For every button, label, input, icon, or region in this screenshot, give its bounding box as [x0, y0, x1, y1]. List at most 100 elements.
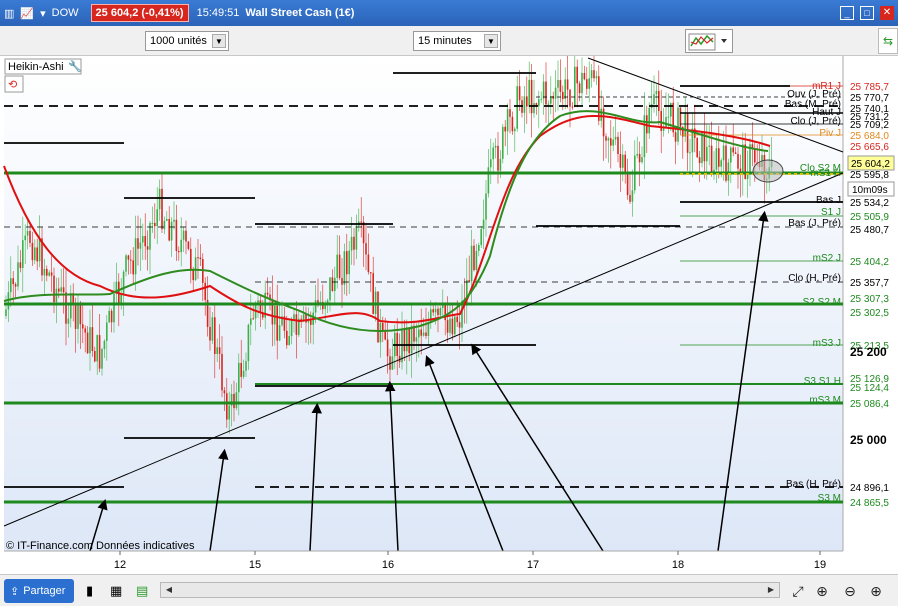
- fit-icon[interactable]: ⤢: [788, 581, 808, 601]
- scroll-left-icon[interactable]: ◀: [162, 584, 176, 596]
- refresh-icon: ⟲: [8, 79, 17, 91]
- time-tick-label: 19: [814, 559, 826, 571]
- candle-body: [610, 138, 612, 146]
- chevron-down-icon[interactable]: ▼: [212, 34, 226, 48]
- price-change-badge: 25 604,2 (-0,41%): [90, 4, 189, 22]
- candle-body: [564, 79, 566, 100]
- candle-body: [494, 145, 497, 148]
- chart-type-button[interactable]: [685, 29, 733, 53]
- candle-body: [598, 76, 600, 121]
- candle-body: [408, 327, 410, 354]
- candle-body: [242, 370, 245, 377]
- scroll-right-icon[interactable]: ▶: [764, 584, 778, 596]
- candle-body: [134, 238, 137, 275]
- title-bar: ▥ 📈 ▾ DOW 25 604,2 (-0,41%) 15:49:51 Wal…: [0, 0, 898, 26]
- zoom-out-icon[interactable]: ⊖: [840, 581, 860, 601]
- candle-body: [583, 72, 586, 80]
- grid-icon[interactable]: ▦: [110, 583, 122, 599]
- candle-body: [288, 336, 290, 346]
- candle-body: [377, 291, 379, 343]
- minimize-icon[interactable]: _: [840, 6, 854, 20]
- candle-body: [286, 330, 288, 346]
- candle-body: [518, 86, 521, 101]
- candle-body: [84, 328, 86, 333]
- close-icon[interactable]: ✕: [880, 6, 894, 20]
- candle-body: [79, 303, 82, 325]
- candle-body: [641, 157, 643, 163]
- candle-body: [458, 322, 461, 328]
- maximize-icon[interactable]: □: [860, 6, 874, 20]
- candle-body: [223, 390, 226, 394]
- candle-body: [235, 392, 238, 409]
- candle-body: [454, 316, 456, 335]
- level-label: mS1 H: [810, 168, 841, 179]
- candle-body: [175, 219, 178, 252]
- candle-body: [46, 268, 48, 276]
- level-label: S1 J: [821, 207, 841, 218]
- candle-body: [58, 288, 60, 292]
- candle-body: [420, 329, 422, 336]
- candle-body: [638, 153, 641, 163]
- time-tick-label: 15: [249, 559, 261, 571]
- candle-body: [545, 81, 547, 105]
- units-select[interactable]: 1000 unités ▼: [145, 31, 229, 51]
- candle-body: [65, 292, 67, 324]
- chevron-down-icon[interactable]: ▾: [40, 7, 46, 20]
- candle-body: [382, 322, 384, 331]
- candle-body: [586, 79, 588, 89]
- chart-icon: [688, 33, 727, 51]
- interval-select[interactable]: 15 minutes ▼: [413, 31, 501, 51]
- price-labels-group: 25 785,725 770,725 740,125 731,225 709,2…: [850, 82, 889, 509]
- candle-body: [485, 193, 487, 220]
- candle-body: [62, 287, 65, 293]
- candle-body: [96, 335, 98, 362]
- candle-body: [274, 305, 276, 325]
- candle-body: [252, 318, 254, 320]
- candle-body: [341, 278, 343, 285]
- candle-body: [86, 332, 89, 354]
- chart-icon[interactable]: 📈: [20, 7, 34, 20]
- candle-body: [499, 158, 502, 171]
- candle-body: [418, 329, 420, 338]
- current-price: 25 604,2: [851, 159, 890, 170]
- candle-body: [386, 339, 389, 357]
- candle-body: [718, 148, 720, 167]
- candle-body: [406, 327, 408, 352]
- symbol-label[interactable]: DOW: [52, 7, 79, 19]
- side-panel-icon[interactable]: ⇆: [878, 28, 898, 54]
- chevron-down-icon[interactable]: ▼: [484, 34, 498, 48]
- candle-body: [182, 230, 185, 240]
- horizontal-scrollbar[interactable]: ◀ ▶: [160, 582, 780, 598]
- candle-body: [24, 235, 26, 241]
- table-icon[interactable]: ▤: [136, 583, 148, 599]
- candle-type-icon[interactable]: ▮: [86, 583, 93, 599]
- candle-body: [266, 292, 269, 295]
- candle-body: [98, 335, 101, 369]
- candle-body: [156, 209, 158, 227]
- level-label: Piv J: [819, 128, 841, 139]
- candle-body: [154, 222, 156, 227]
- candle-body: [490, 159, 492, 168]
- highlight-circle: [752, 159, 784, 183]
- candle-body: [533, 103, 535, 114]
- layout-icon[interactable]: ▥: [4, 7, 14, 20]
- candle-body: [468, 280, 470, 282]
- candle-body: [127, 255, 130, 260]
- candle-body: [593, 70, 595, 79]
- candle-body: [696, 137, 698, 158]
- candle-body: [516, 86, 518, 129]
- level-label: Bas J: [816, 195, 841, 206]
- candle-body: [355, 225, 358, 250]
- price-chart[interactable]: mR1 JOuv (J, Pré)Bas (M, Pré)Haut JClo (…: [0, 56, 898, 574]
- candle-body: [552, 96, 554, 99]
- candle-body: [722, 145, 725, 161]
- time-tick-label: 17: [527, 559, 539, 571]
- level-label: mS3 M: [809, 395, 841, 406]
- wrench-icon[interactable]: 🔧: [68, 59, 82, 73]
- share-button[interactable]: ⇪ Partager: [4, 579, 74, 603]
- price-tick-label: 25 709,2: [850, 120, 889, 131]
- candle-body: [497, 145, 499, 171]
- candle-body: [334, 277, 336, 291]
- zoom-in-icon[interactable]: ⊕: [866, 581, 886, 601]
- zoom-reset-icon[interactable]: ⊕: [812, 581, 832, 601]
